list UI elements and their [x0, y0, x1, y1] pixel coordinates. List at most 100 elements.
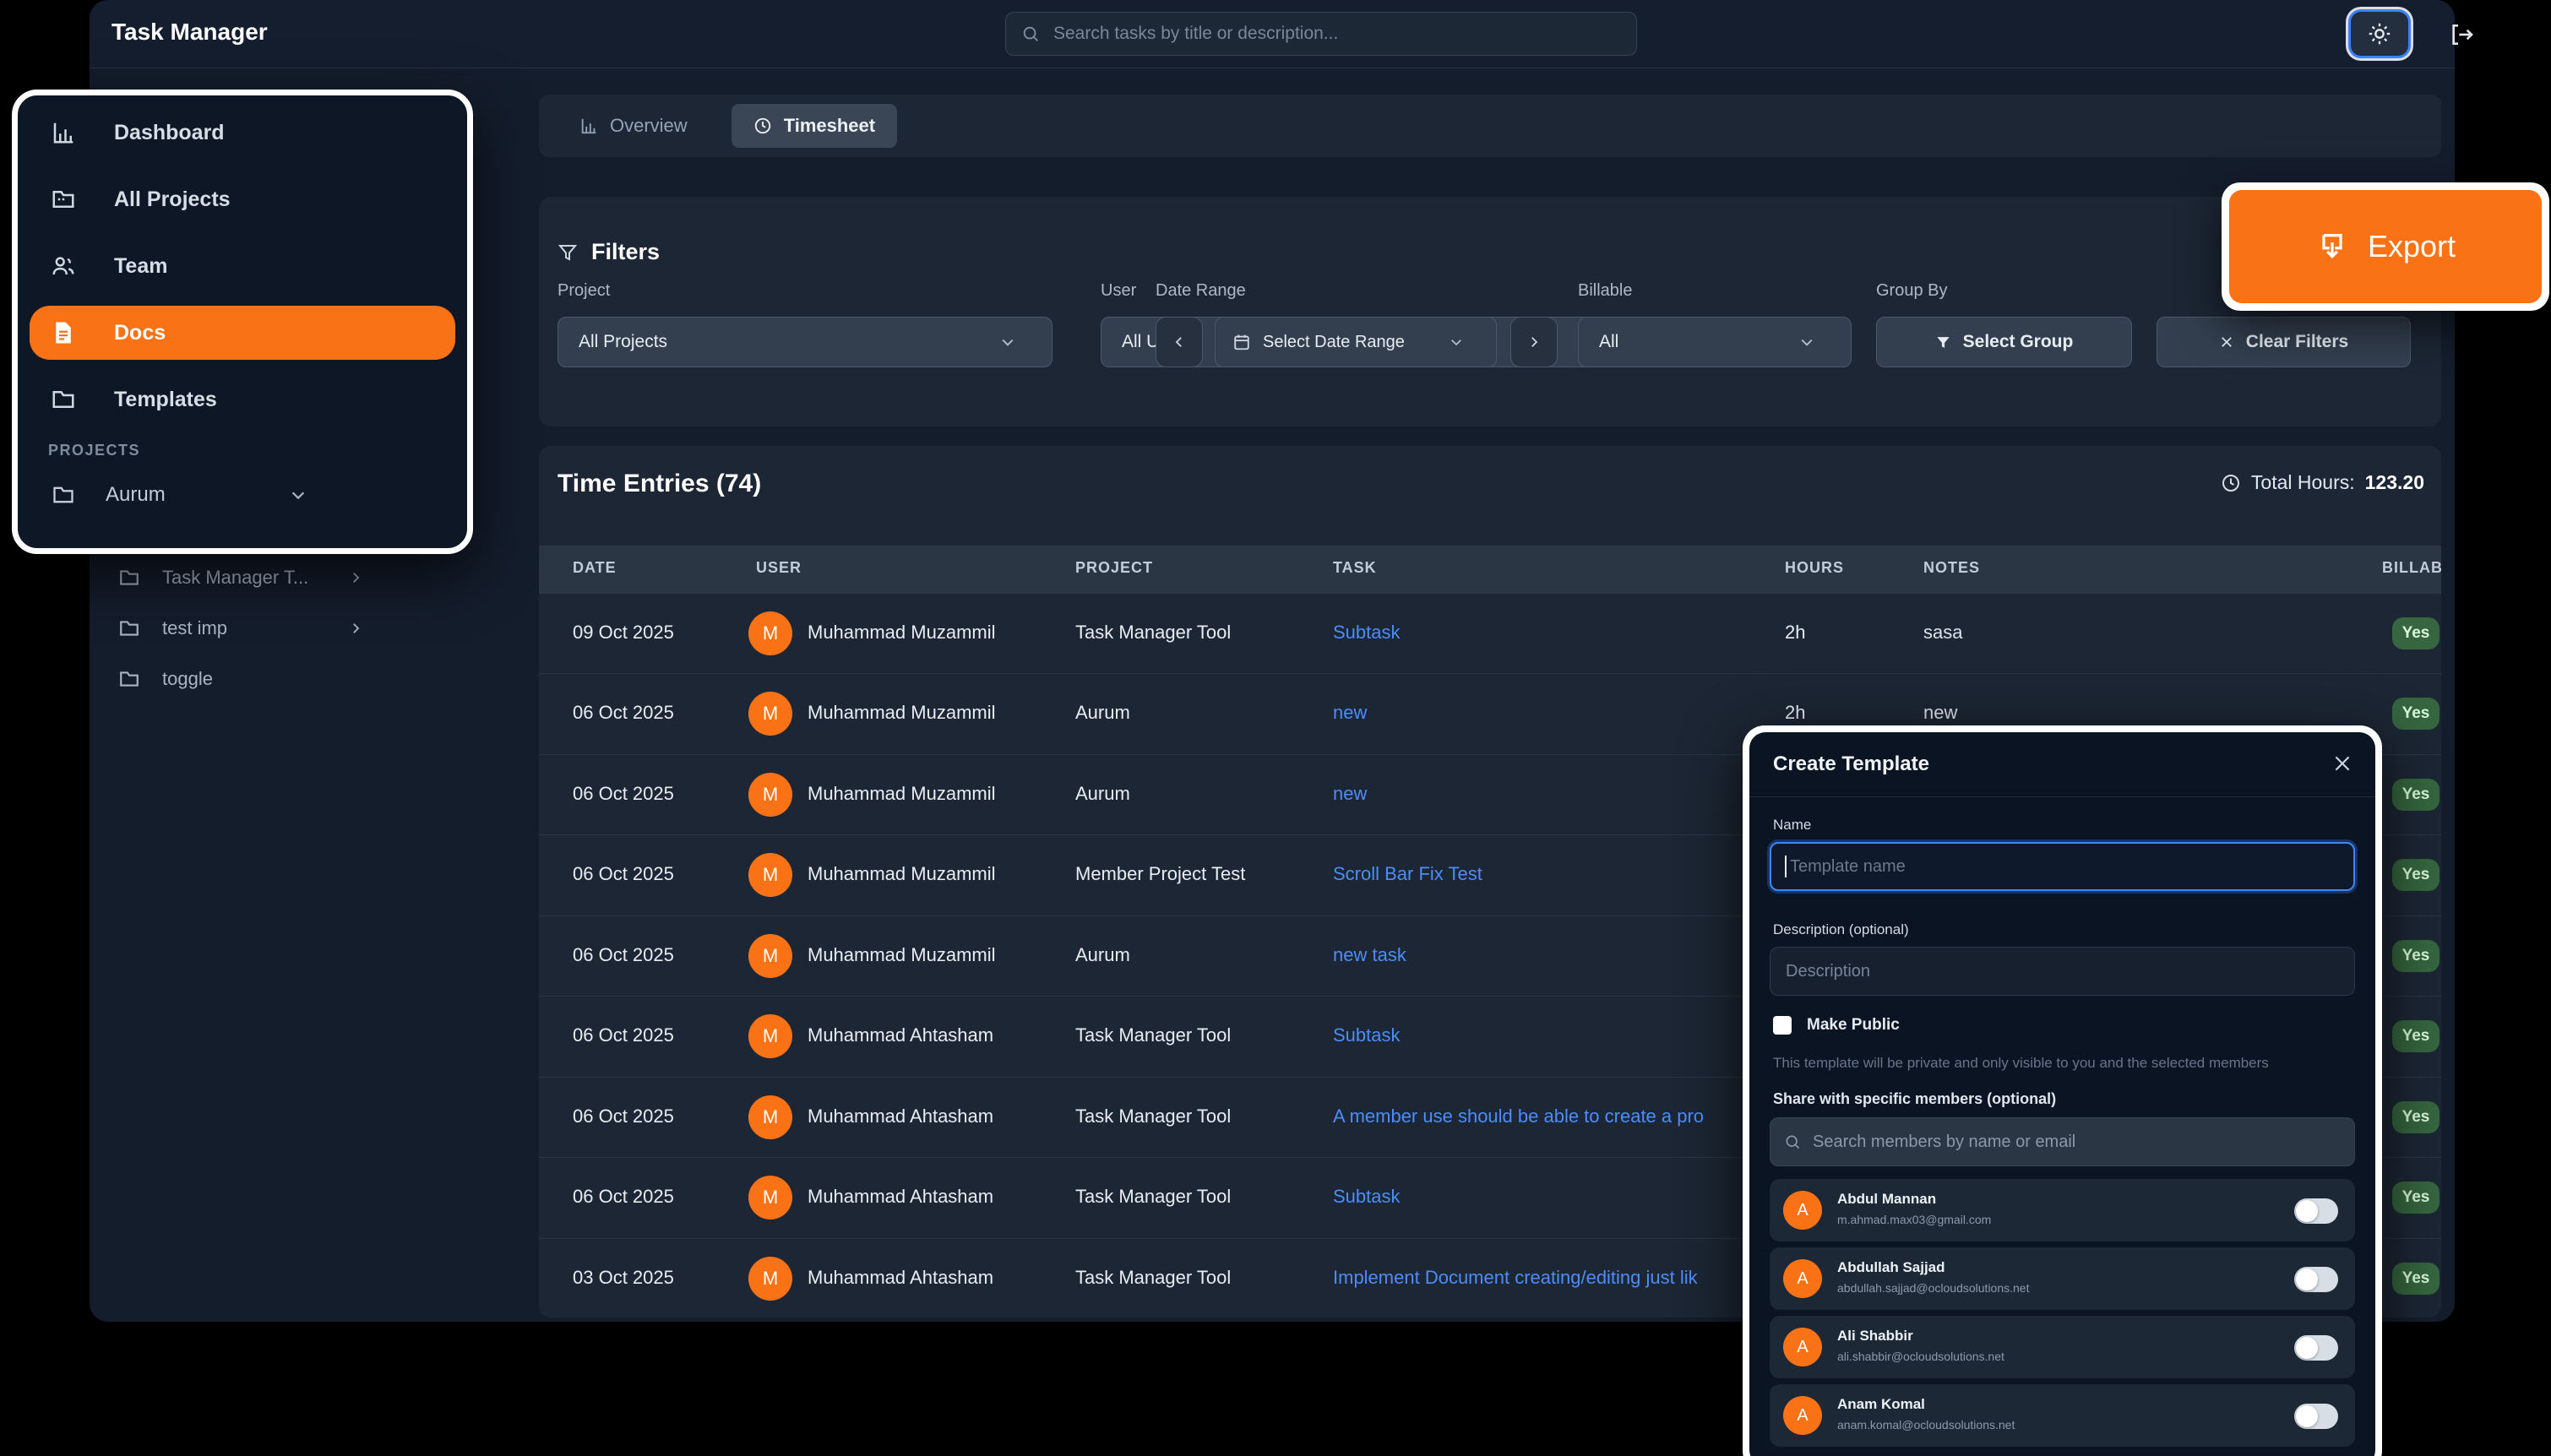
global-search[interactable] [1005, 12, 1637, 56]
date-next-button[interactable] [1510, 317, 1558, 367]
selected-value: All [1599, 332, 1618, 352]
sidebar-item-all-projects[interactable]: All Projects [30, 172, 455, 226]
template-description-input[interactable] [1784, 961, 2341, 982]
column-header-user: USER [756, 559, 802, 577]
avatar: M [748, 773, 792, 817]
close-button[interactable] [2331, 752, 2353, 774]
member-email: m.ahmad.max03@gmail.com [1837, 1213, 1991, 1226]
table-header: DATE USER PROJECT TASK HOURS NOTES BILLA… [539, 546, 2441, 593]
button-label: Select Group [1963, 332, 2074, 352]
chevron-right-icon [1526, 334, 1542, 350]
button-label: Clear Filters [2246, 332, 2348, 352]
make-public-checkbox[interactable] [1773, 1016, 1792, 1035]
funnel-icon [558, 242, 578, 263]
member-search-field[interactable] [1770, 1117, 2355, 1166]
cell-project: Member Project Test [1075, 863, 1245, 885]
project-filter-select[interactable]: All Projects [558, 317, 1052, 367]
chevron-down-icon[interactable] [289, 486, 307, 504]
select-group-button[interactable]: Select Group [1876, 317, 2132, 367]
tab-timesheet[interactable]: Timesheet [732, 104, 897, 148]
cell-task-link[interactable]: new [1333, 702, 1367, 724]
date-range-picker[interactable]: Select Date Range [1215, 317, 1497, 367]
sidebar-item-toggle[interactable]: toggle [118, 655, 372, 704]
cell-user: Muhammad Muzammil [808, 783, 996, 805]
cell-task-link[interactable]: Implement Document creating/editing just… [1333, 1267, 1698, 1289]
cell-task-link[interactable]: Subtask [1333, 1024, 1401, 1046]
tab-label: Timesheet [784, 115, 875, 137]
bar-chart-icon [579, 117, 598, 135]
folder-icon [118, 617, 140, 639]
cell-notes: sasa [1923, 622, 1962, 644]
member-share-toggle[interactable] [2294, 1198, 2338, 1224]
cell-project: Aurum [1075, 944, 1130, 966]
template-name-field[interactable] [1770, 842, 2355, 891]
avatar: A [1783, 1328, 1822, 1366]
cell-task-link[interactable]: Scroll Bar Fix Test [1333, 863, 1482, 885]
avatar: M [748, 1176, 792, 1220]
chevron-right-icon [348, 570, 363, 585]
logout-button[interactable] [2445, 18, 2478, 52]
cell-date: 09 Oct 2025 [573, 622, 674, 644]
export-button[interactable]: Export [2229, 190, 2542, 303]
member-name: Anam Komal [1837, 1396, 1925, 1413]
cell-project: Aurum [1075, 702, 1130, 724]
billable-filter-select[interactable]: All [1578, 317, 1852, 367]
sidebar-item-dashboard[interactable]: Dashboard [30, 106, 455, 160]
sidebar-item-docs[interactable]: Docs [30, 306, 455, 360]
date-prev-button[interactable] [1156, 317, 1203, 367]
cell-task-link[interactable]: new task [1333, 944, 1406, 966]
theme-toggle-button[interactable] [2348, 9, 2411, 58]
cell-date: 06 Oct 2025 [573, 1024, 674, 1046]
make-public-row[interactable]: Make Public [1773, 1016, 1900, 1035]
time-entries-title: Time Entries (74) [558, 470, 761, 498]
cell-user: Muhammad Ahtasham [808, 1267, 993, 1289]
template-description-field[interactable] [1770, 947, 2355, 996]
cell-task-link[interactable]: A member use should be able to create a … [1333, 1106, 1704, 1127]
member-search-input[interactable] [1811, 1132, 2341, 1153]
tab-overview[interactable]: Overview [558, 104, 710, 148]
toggle-knob [2296, 1337, 2318, 1359]
make-public-label: Make Public [1807, 1016, 1900, 1035]
clock-icon [2221, 473, 2241, 493]
total-hours-label: Total Hours: [2251, 471, 2355, 494]
sidebar-item-label: Dashboard [114, 121, 225, 145]
chevron-down-icon [1798, 334, 1815, 350]
cell-task-link[interactable]: new [1333, 783, 1367, 805]
text-caret [1785, 856, 1787, 877]
cell-user: Muhammad Muzammil [808, 702, 996, 724]
filters-title: Filters [591, 239, 660, 265]
selected-value: All Projects [579, 332, 667, 352]
column-header-project: PROJECT [1075, 559, 1153, 577]
sidebar-item-test-imp[interactable]: test imp [118, 604, 372, 653]
group-by-label: Group By [1876, 281, 1947, 301]
app-title: Task Manager [112, 19, 268, 46]
sidebar-item-task-manager-project[interactable]: Task Manager T... [118, 553, 372, 602]
selected-value: Select Date Range [1263, 333, 1405, 352]
table-row[interactable]: 09 Oct 2025 M Muhammad Muzammil Task Man… [539, 593, 2441, 674]
member-share-toggle[interactable] [2294, 1404, 2338, 1429]
cell-date: 03 Oct 2025 [573, 1267, 674, 1289]
billable-badge: Yes [2392, 1263, 2439, 1295]
calendar-icon [1232, 333, 1251, 351]
search-input[interactable] [1052, 23, 1621, 45]
filters-card: Filters Project User Date Range Billable… [539, 197, 2441, 426]
sidebar-item-team[interactable]: Team [30, 239, 455, 293]
member-share-toggle[interactable] [2294, 1335, 2338, 1361]
cell-task-link[interactable]: Subtask [1333, 622, 1401, 644]
user-filter-label: User [1101, 281, 1136, 301]
cell-project: Task Manager Tool [1075, 1024, 1231, 1046]
sidebar-item-label: toggle [162, 668, 213, 690]
member-share-toggle[interactable] [2294, 1267, 2338, 1292]
privacy-note: This template will be private and only v… [1773, 1055, 2347, 1072]
billable-badge: Yes [2392, 698, 2439, 730]
sidebar-item-templates[interactable]: Templates [30, 372, 455, 426]
template-name-input[interactable] [1788, 856, 2340, 877]
cell-task-link[interactable]: Subtask [1333, 1186, 1401, 1208]
sidebar-item-aurum[interactable]: Aurum [30, 470, 455, 520]
folder-icon [118, 567, 140, 589]
view-tabs: Overview Timesheet [539, 95, 2441, 157]
column-header-billable: BILLABLE [2382, 559, 2441, 577]
close-icon [2331, 752, 2353, 774]
clear-filters-button[interactable]: Clear Filters [2157, 317, 2411, 367]
sidebar-item-label: test imp [162, 617, 227, 639]
